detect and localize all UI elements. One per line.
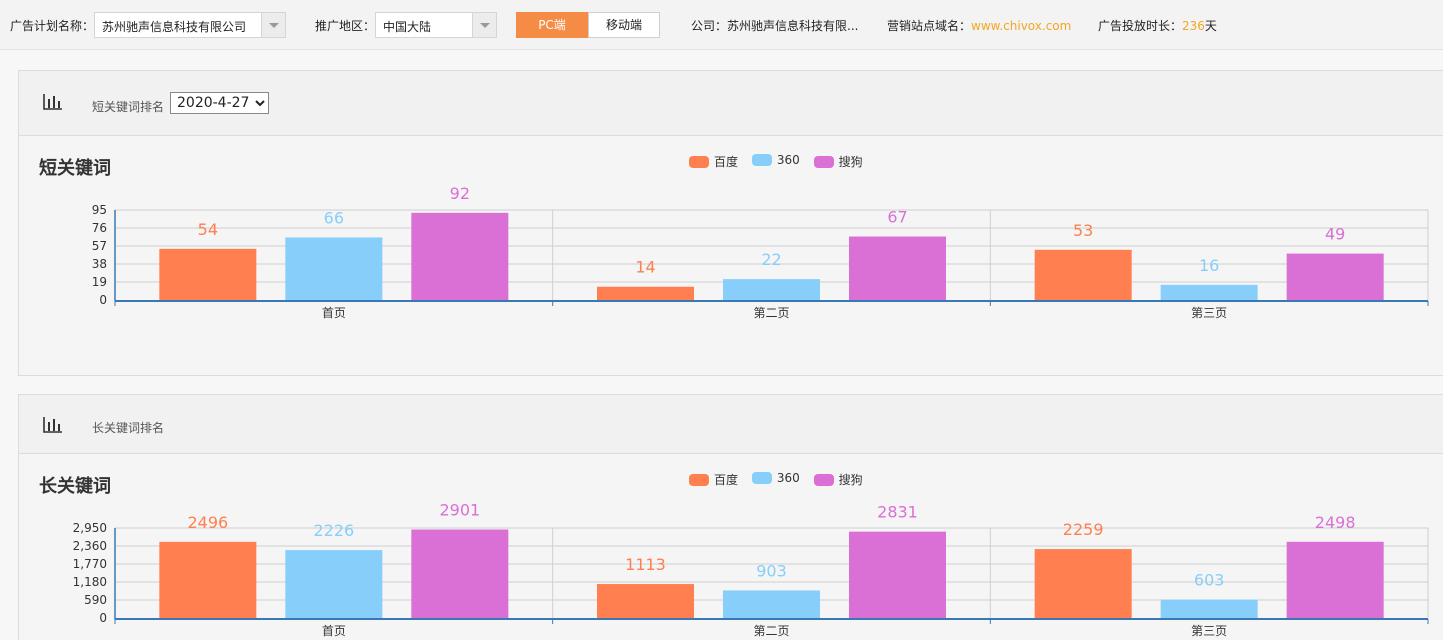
chevron-down-icon[interactable] [261,13,285,37]
legend-label: 360 [776,153,800,167]
chart-legend: 百度 360 搜狗 [689,471,873,487]
filter-bar: 广告计划名称： 苏州驰声信息科技有限公司 推广地区： 中国大陆 PC端 移动端 … [0,0,1443,50]
legend-swatch [751,154,772,166]
panel-header: 长关键词排名 [19,395,1443,454]
legend-label: 360 [776,471,800,485]
chart-title: 短关键词 [39,158,111,179]
chevron-down-icon[interactable] [472,13,496,37]
panel-caption: 长关键词排名 [92,421,165,435]
plan-select-value: 苏州驰声信息科技有限公司 [102,20,247,34]
legend-swatch [813,474,834,486]
duration-unit: 天 [1204,19,1217,33]
legend-label: 百度 [714,473,739,487]
bar-chart-icon [43,94,62,110]
bar-chart-icon [43,417,62,433]
legend-swatch [751,472,772,484]
legend-swatch [689,474,709,486]
legend-label: 百度 [714,155,739,169]
tab-pc[interactable]: PC端 [516,12,588,38]
duration-info: 广告投放时长：236天 [1098,17,1217,34]
legend-baidu[interactable]: 百度 [689,471,738,488]
duration-label: 广告投放时长： [1098,19,1183,33]
legend-baidu[interactable]: 百度 [689,153,738,170]
legend-label: 搜狗 [838,473,863,487]
legend-360[interactable]: 360 [751,153,800,167]
chart-legend: 百度 360 搜狗 [689,153,873,169]
legend-swatch [813,156,834,168]
legend-label: 搜狗 [838,155,863,169]
domain-label: 营销站点域名： [887,19,972,33]
plan-select[interactable]: 苏州驰声信息科技有限公司 [94,12,286,38]
domain-info: 营销站点域名：www.chivox.com [887,17,1071,34]
legend-swatch [689,156,709,168]
date-select[interactable]: 2020-4-27 [170,92,269,114]
legend-sogou[interactable]: 搜狗 [813,153,863,170]
panel-caption: 短关键词排名 [92,100,165,114]
plan-label: 广告计划名称： [10,19,95,33]
long-keyword-panel: 长关键词排名 长关键词 百度 360 搜狗 [18,394,1443,640]
region-label: 推广地区： [315,19,376,33]
short-keyword-panel: 短关键词排名 2020-4-27 短关键词 百度 360 搜狗 [18,70,1443,376]
legend-360[interactable]: 360 [751,471,800,485]
region-select-value: 中国大陆 [383,20,432,34]
duration-value: 236 [1182,19,1205,33]
legend-sogou[interactable]: 搜狗 [813,471,863,488]
region-select[interactable]: 中国大陆 [375,12,497,38]
chart-title: 长关键词 [39,476,111,497]
company-label: 公司：苏州驰声信息科技有限... [691,19,859,33]
panel-header: 短关键词排名 2020-4-27 [19,71,1443,136]
tab-mobile[interactable]: 移动端 [588,12,660,38]
domain-link[interactable]: www.chivox.com [971,19,1071,33]
